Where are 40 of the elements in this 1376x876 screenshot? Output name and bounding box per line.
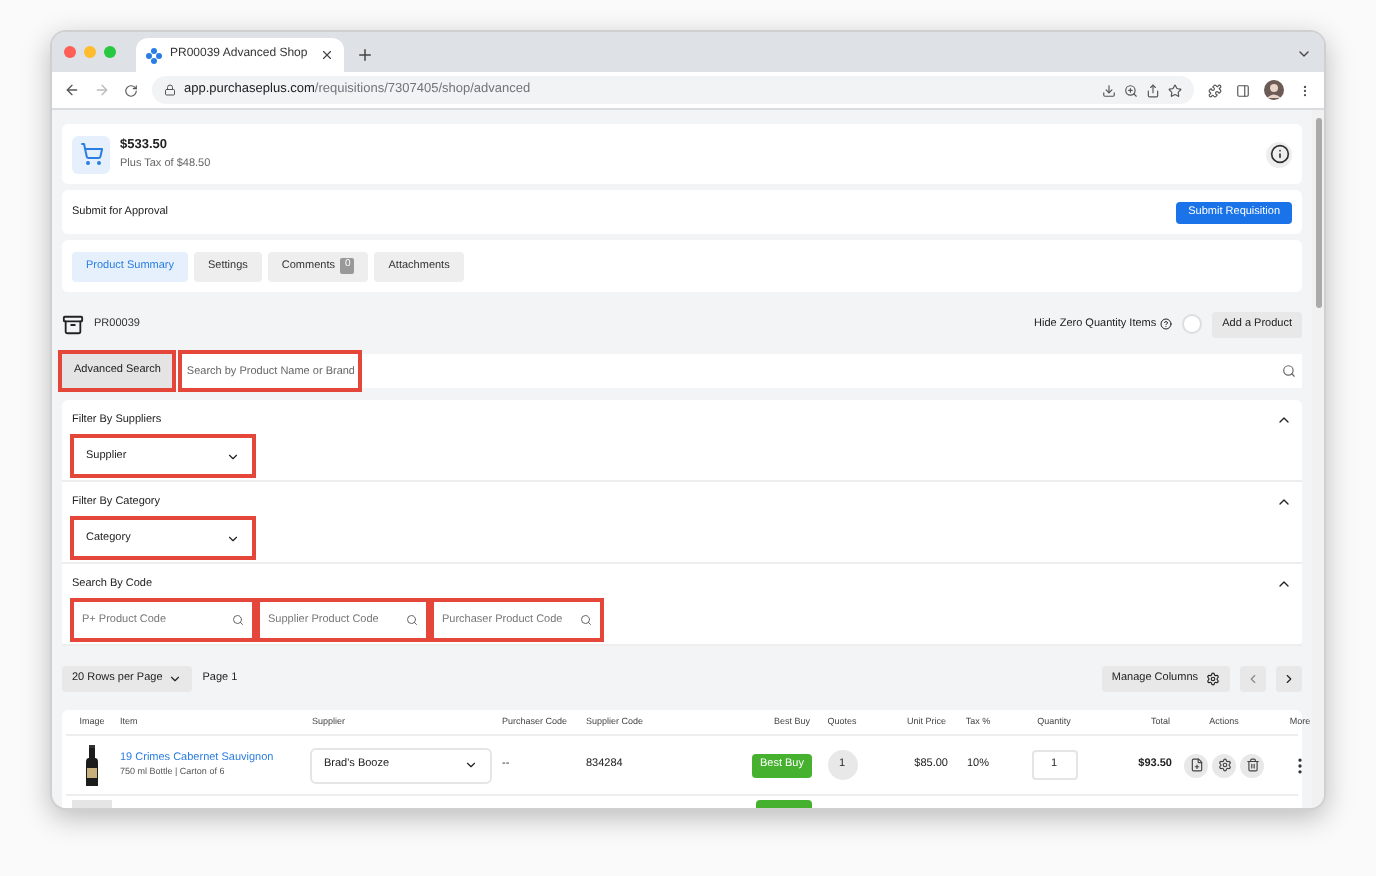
next-page-button[interactable] — [1276, 665, 1302, 691]
avatar-icon[interactable] — [1264, 80, 1284, 100]
chevron-down-icon — [168, 671, 183, 685]
trash-icon — [1245, 758, 1259, 772]
search-icon — [232, 614, 244, 627]
search-icon — [580, 614, 592, 627]
reload-icon[interactable] — [124, 83, 138, 97]
delete-button[interactable] — [1240, 753, 1264, 777]
requisition-icon — [62, 313, 84, 335]
tab-list-icon[interactable] — [1296, 46, 1312, 62]
chevron-right-icon — [1282, 671, 1296, 685]
chevron-down-icon — [226, 449, 240, 464]
gear-icon — [1206, 671, 1220, 685]
file-plus-icon — [1189, 758, 1203, 772]
info-button[interactable] — [1266, 141, 1292, 167]
chevron-down-icon — [464, 758, 478, 772]
add-file-button[interactable] — [1184, 753, 1208, 777]
new-tab-icon[interactable] — [356, 46, 374, 64]
toggle-switch[interactable] — [1182, 314, 1203, 334]
bookmark-icon[interactable] — [1168, 83, 1182, 97]
extensions-icon[interactable] — [1208, 83, 1222, 97]
info-icon — [1269, 144, 1289, 164]
zoom-icon[interactable] — [1124, 83, 1138, 97]
settings-button[interactable] — [1212, 753, 1236, 777]
install-icon[interactable] — [1102, 83, 1116, 97]
chevron-down-icon — [226, 531, 240, 546]
lock-icon — [164, 84, 176, 96]
search-icon[interactable] — [1282, 364, 1296, 378]
share-icon[interactable] — [1146, 83, 1160, 97]
cart-icon — [79, 142, 103, 166]
chevron-left-icon — [1246, 671, 1260, 685]
help-icon[interactable] — [1160, 318, 1173, 330]
search-icon — [406, 614, 418, 627]
logo-icon — [146, 47, 162, 63]
menu-icon[interactable] — [1298, 83, 1312, 97]
close-icon[interactable] — [320, 48, 334, 62]
scrollbar[interactable] — [1312, 110, 1324, 808]
side-panel-icon[interactable] — [1236, 83, 1250, 97]
gear-icon — [1217, 758, 1231, 772]
back-icon[interactable] — [64, 82, 80, 98]
